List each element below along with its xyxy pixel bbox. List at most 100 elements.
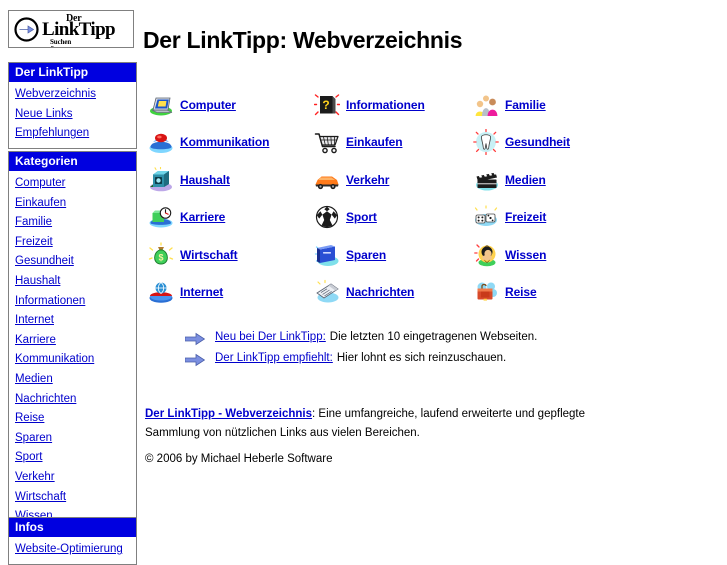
category-link-freizeit[interactable]: Freizeit	[473, 202, 546, 232]
shopping-cart-icon	[314, 129, 340, 155]
telephone-icon	[148, 129, 174, 155]
sidebar-item-kommunikation[interactable]: Kommunikation	[9, 350, 136, 370]
sidebar-item-webverzeichnis[interactable]: Webverzeichnis	[9, 85, 136, 105]
category-label: Familie	[505, 98, 546, 112]
site-logo[interactable]: Der LinkTipp Suchen & Finden	[8, 10, 134, 48]
category-row: $ Wirtschaft Sparen	[148, 240, 708, 277]
sidebar-infos-list: Website-Optimierung	[9, 537, 136, 564]
category-link-nachrichten[interactable]: Nachrichten	[314, 277, 414, 307]
highlight-row-neu: Neu bei Der LinkTipp: Die letzten 10 ein…	[185, 331, 645, 352]
sidebar-item-wirtschaft[interactable]: Wirtschaft	[9, 488, 136, 508]
laptop-icon	[148, 92, 174, 118]
category-link-medien[interactable]: Medien	[473, 165, 546, 195]
category-label: Verkehr	[346, 173, 389, 187]
suitcase-icon	[473, 279, 499, 305]
sidebar-item-sport[interactable]: Sport	[9, 448, 136, 468]
category-row: Internet Nachrichten	[148, 277, 708, 314]
category-label: Sport	[346, 210, 377, 224]
category-label: Freizeit	[505, 210, 546, 224]
sidebar-item-internet[interactable]: Internet	[9, 311, 136, 331]
arrow-right-icon	[185, 332, 205, 346]
sidebar-item-karriere[interactable]: Karriere	[9, 331, 136, 351]
category-row: Karriere Sport	[148, 202, 708, 239]
sidebar-box-title: Infos	[9, 518, 136, 537]
page-title: Der LinkTipp: Webverzeichnis	[143, 27, 462, 54]
sidebar-item-familie[interactable]: Familie	[9, 213, 136, 233]
sidebar-box-infos: Infos Website-Optimierung	[8, 517, 137, 565]
circle-arrow-right-icon	[14, 17, 39, 42]
newspaper-icon	[314, 279, 340, 305]
category-label: Nachrichten	[346, 285, 414, 299]
sidebar-item-einkaufen[interactable]: Einkaufen	[9, 194, 136, 214]
category-link-gesundheit[interactable]: Gesundheit	[473, 127, 570, 157]
category-label: Gesundheit	[505, 135, 570, 149]
soccer-ball-icon	[314, 204, 340, 230]
category-label: Wissen	[505, 248, 546, 262]
highlight-link-neu[interactable]: Neu bei Der LinkTipp:	[215, 331, 326, 343]
sidebar-box-title: Der LinkTipp	[9, 63, 136, 82]
category-link-internet[interactable]: Internet	[148, 277, 223, 307]
money-bag-icon: $	[148, 242, 174, 268]
sidebar-box-linktipp: Der LinkTipp Webverzeichnis Neue Links E…	[8, 62, 137, 149]
category-link-karriere[interactable]: Karriere	[148, 202, 225, 232]
category-link-informationen[interactable]: ? Informationen	[314, 90, 425, 120]
sidebar-item-computer[interactable]: Computer	[9, 174, 136, 194]
category-label: Kommunikation	[180, 135, 269, 149]
sidebar-item-gesundheit[interactable]: Gesundheit	[9, 252, 136, 272]
category-link-reise[interactable]: Reise	[473, 277, 537, 307]
category-link-sparen[interactable]: Sparen	[314, 240, 386, 270]
category-row: Kommunikation Einkaufen	[148, 127, 708, 164]
category-row: Haushalt Verkehr	[148, 165, 708, 202]
family-people-icon	[473, 92, 499, 118]
sidebar-box-title: Kategorien	[9, 152, 136, 171]
category-label: Einkaufen	[346, 135, 402, 149]
category-link-verkehr[interactable]: Verkehr	[314, 165, 389, 195]
category-label: Informationen	[346, 98, 425, 112]
category-icon-grid: Computer ? Informationen	[148, 90, 708, 314]
briefcase-clock-icon	[148, 204, 174, 230]
sidebar-item-empfehlungen[interactable]: Empfehlungen	[9, 124, 136, 144]
sidebar-item-sparen[interactable]: Sparen	[9, 429, 136, 449]
copyright-text: © 2006 by Michael Heberle Software	[145, 453, 332, 465]
arrow-right-icon	[185, 353, 205, 367]
category-label: Haushalt	[180, 173, 230, 187]
category-row: Computer ? Informationen	[148, 90, 708, 127]
category-label: Computer	[180, 98, 236, 112]
highlight-link-empfiehlt[interactable]: Der LinkTipp empfiehlt:	[215, 352, 333, 364]
logo-name-text: LinkTipp	[42, 20, 115, 39]
car-icon	[314, 167, 340, 193]
highlight-links: Neu bei Der LinkTipp: Die letzten 10 ein…	[185, 331, 645, 373]
piggy-safe-icon	[314, 242, 340, 268]
sidebar-item-medien[interactable]: Medien	[9, 370, 136, 390]
category-label: Karriere	[180, 210, 225, 224]
category-link-haushalt[interactable]: Haushalt	[148, 165, 230, 195]
category-link-einkaufen[interactable]: Einkaufen	[314, 127, 402, 157]
category-link-computer[interactable]: Computer	[148, 90, 236, 120]
sidebar-category-list: Computer Einkaufen Familie Freizeit Gesu…	[9, 171, 136, 531]
category-label: Medien	[505, 173, 546, 187]
sidebar-item-verkehr[interactable]: Verkehr	[9, 468, 136, 488]
logo-tagline: Suchen & Finden	[50, 39, 71, 48]
svg-text:?: ?	[322, 98, 329, 112]
sidebar-item-neue-links[interactable]: Neue Links	[9, 105, 136, 125]
sidebar-list: Webverzeichnis Neue Links Empfehlungen	[9, 82, 136, 148]
sidebar-item-reise[interactable]: Reise	[9, 409, 136, 429]
site-description-link[interactable]: Der LinkTipp - Webverzeichnis	[145, 408, 312, 420]
category-link-wissen[interactable]: Wissen	[473, 240, 546, 270]
sidebar-item-nachrichten[interactable]: Nachrichten	[9, 390, 136, 410]
sidebar-item-freizeit[interactable]: Freizeit	[9, 233, 136, 253]
network-globe-icon	[148, 279, 174, 305]
site-description: Der LinkTipp - Webverzeichnis: Eine umfa…	[145, 405, 610, 443]
dice-icon	[473, 204, 499, 230]
category-link-familie[interactable]: Familie	[473, 90, 546, 120]
sidebar-item-website-optimierung[interactable]: Website-Optimierung	[9, 540, 136, 560]
washing-machine-icon	[148, 167, 174, 193]
category-label: Reise	[505, 285, 537, 299]
category-link-wirtschaft[interactable]: $ Wirtschaft	[148, 240, 238, 270]
info-box-icon: ?	[314, 92, 340, 118]
sidebar-item-haushalt[interactable]: Haushalt	[9, 272, 136, 292]
sidebar-box-kategorien: Kategorien Computer Einkaufen Familie Fr…	[8, 151, 137, 532]
category-link-kommunikation[interactable]: Kommunikation	[148, 127, 269, 157]
category-link-sport[interactable]: Sport	[314, 202, 377, 232]
sidebar-item-informationen[interactable]: Informationen	[9, 292, 136, 312]
